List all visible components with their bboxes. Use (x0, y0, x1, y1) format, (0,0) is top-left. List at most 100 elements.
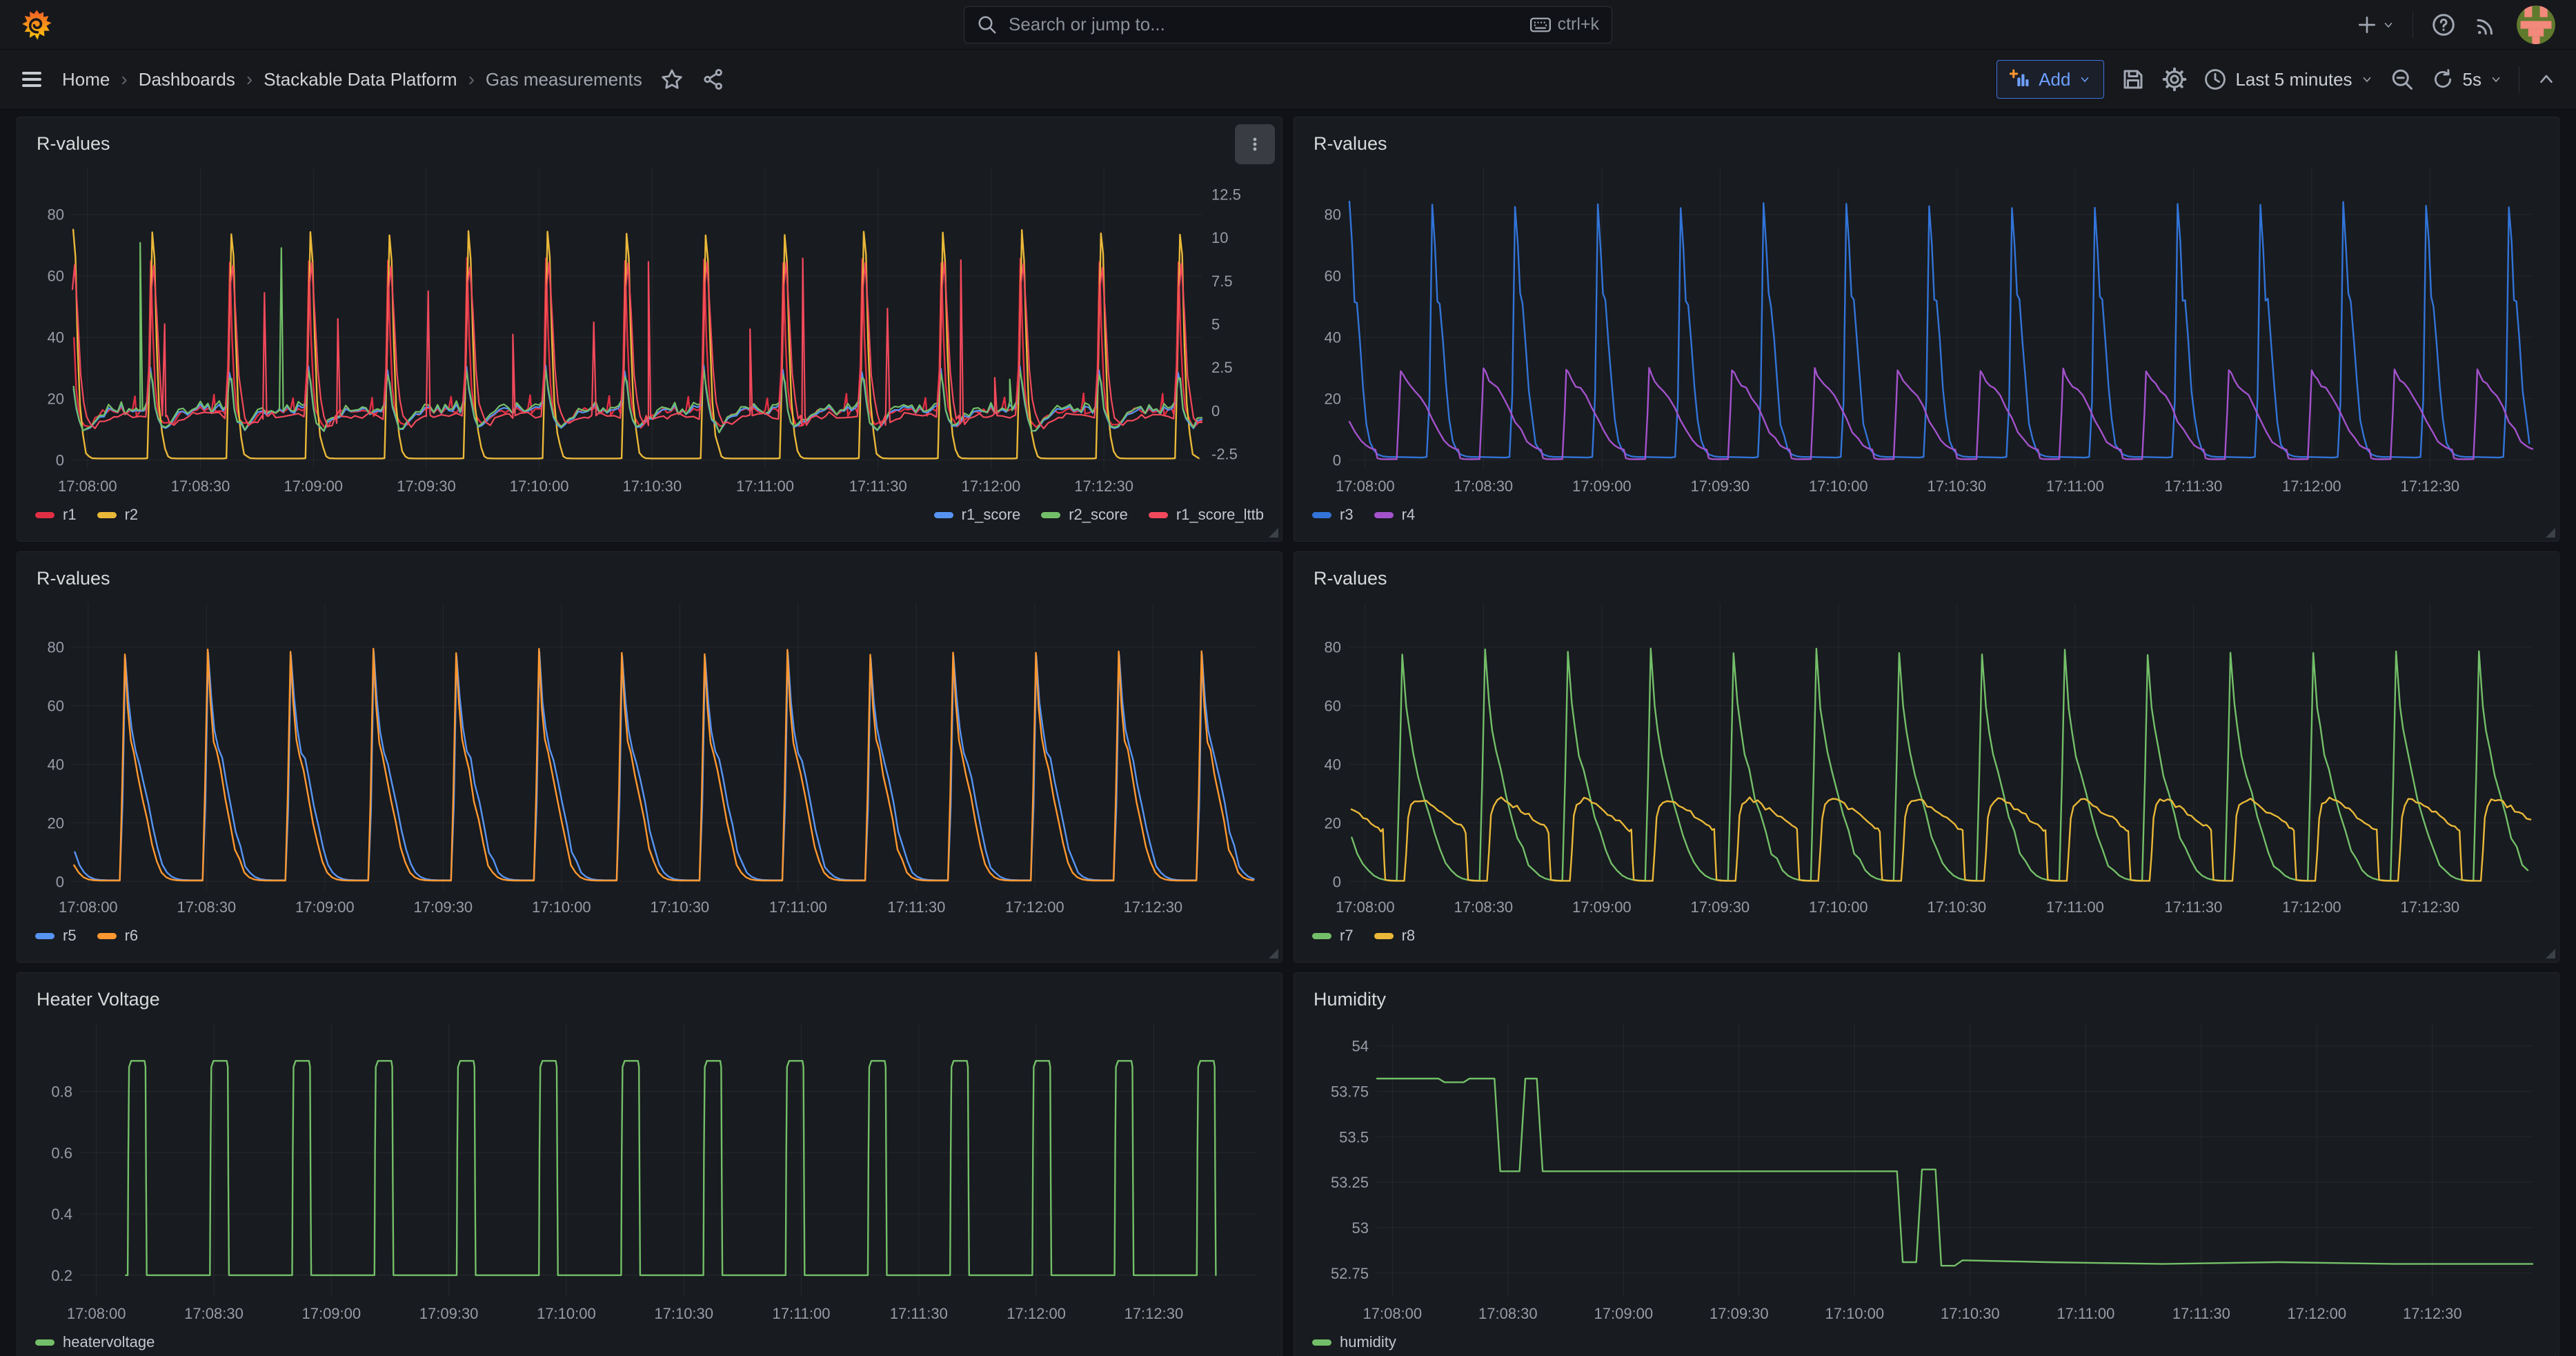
top-nav-bar: ctrl+k (0, 0, 2576, 50)
panel-title[interactable]: R-values (28, 128, 1271, 159)
svg-text:17:08:00: 17:08:00 (59, 898, 118, 916)
svg-text:17:11:00: 17:11:00 (2057, 1305, 2114, 1322)
legend-label: r2 (125, 506, 139, 524)
panel-r-values-3: R-values 17:08:0017:08:3017:09:0017:09:3… (17, 551, 1282, 963)
breadcrumb-separator: › (246, 68, 252, 90)
search-input[interactable] (1007, 13, 1520, 36)
svg-text:17:12:00: 17:12:00 (2288, 1305, 2347, 1322)
legend-label: r2_score (1069, 506, 1128, 524)
favorite-button[interactable] (660, 68, 684, 91)
svg-text:20: 20 (1325, 814, 1341, 832)
svg-text:17:12:30: 17:12:30 (2401, 478, 2460, 495)
panel-title[interactable]: Heater Voltage (28, 984, 1271, 1014)
svg-text:17:10:00: 17:10:00 (1809, 478, 1868, 495)
collapse-toolbar-button[interactable] (2536, 69, 2557, 90)
avatar[interactable] (2517, 6, 2555, 44)
svg-text:17:12:30: 17:12:30 (1124, 898, 1183, 916)
legend-swatch (35, 933, 55, 939)
hamburger-icon (19, 67, 44, 92)
chevron-down-icon (2079, 73, 2091, 86)
breadcrumb-dashboards[interactable]: Dashboards (139, 69, 235, 90)
svg-text:40: 40 (1325, 329, 1341, 346)
legend-item-r1_score[interactable]: r1_score (934, 506, 1021, 524)
help-button[interactable] (2431, 12, 2456, 37)
timeseries-chart[interactable]: 17:08:0017:08:3017:09:0017:09:3017:10:00… (28, 593, 1271, 921)
refresh-icon (2431, 68, 2455, 91)
svg-text:80: 80 (48, 206, 64, 224)
legend-item-r7[interactable]: r7 (1312, 927, 1354, 945)
mega-menu-button[interactable] (19, 67, 44, 92)
svg-text:0.6: 0.6 (51, 1144, 72, 1161)
global-search[interactable]: ctrl+k (964, 6, 1612, 43)
panel-title[interactable]: R-values (28, 563, 1271, 593)
svg-text:20: 20 (1325, 391, 1341, 408)
svg-text:12.5: 12.5 (1211, 186, 1241, 204)
resize-handle[interactable] (2546, 949, 2555, 959)
svg-text:17:08:30: 17:08:30 (177, 898, 237, 916)
dashboard-settings-button[interactable] (2162, 67, 2187, 92)
svg-text:17:09:00: 17:09:00 (301, 1305, 361, 1322)
dashboard-grid: R-values 17:08:0017:08:3017:09:0017:09:3… (0, 110, 2576, 1356)
legend-item-r5[interactable]: r5 (35, 927, 77, 945)
svg-text:17:09:00: 17:09:00 (1572, 898, 1632, 916)
svg-text:17:08:30: 17:08:30 (184, 1305, 244, 1322)
resize-handle[interactable] (1269, 949, 1278, 959)
legend-item-r6[interactable]: r6 (97, 927, 139, 945)
panel-menu-button[interactable] (1235, 124, 1275, 164)
add-panel-button[interactable]: Add (1997, 60, 2104, 99)
svg-text:40: 40 (48, 756, 64, 773)
svg-text:60: 60 (48, 698, 64, 715)
resize-handle[interactable] (1269, 528, 1278, 538)
svg-text:17:09:00: 17:09:00 (1594, 1305, 1654, 1322)
svg-text:17:10:30: 17:10:30 (623, 478, 682, 495)
refresh-picker[interactable]: 5s (2431, 68, 2502, 91)
panel-title[interactable]: R-values (1305, 563, 2548, 593)
zoom-out-button[interactable] (2390, 67, 2415, 92)
legend-item-r3[interactable]: r3 (1312, 506, 1354, 524)
plus-icon (2356, 14, 2378, 36)
new-menu-button[interactable] (2356, 14, 2395, 36)
legend-swatch (1312, 933, 1331, 939)
panel-legend: r7 r8 (1305, 921, 2548, 951)
legend-item-heatervoltage[interactable]: heatervoltage (35, 1333, 155, 1351)
share-button[interactable] (702, 68, 725, 91)
svg-text:60: 60 (1325, 698, 1341, 715)
svg-text:0: 0 (56, 452, 64, 469)
svg-text:17:11:30: 17:11:30 (890, 1305, 948, 1322)
breadcrumb-home[interactable]: Home (62, 69, 110, 90)
panel-title[interactable]: R-values (1305, 128, 2548, 159)
svg-text:17:11:30: 17:11:30 (2164, 898, 2222, 916)
svg-text:17:10:30: 17:10:30 (1941, 1305, 2000, 1322)
svg-text:17:10:30: 17:10:30 (1928, 898, 1987, 916)
resize-handle[interactable] (2546, 528, 2555, 538)
timeseries-chart[interactable]: 17:08:0017:08:3017:09:0017:09:3017:10:00… (1305, 1014, 2548, 1327)
timeseries-chart[interactable]: 17:08:0017:08:3017:09:0017:09:3017:10:00… (28, 159, 1271, 500)
svg-text:17:11:30: 17:11:30 (849, 478, 907, 495)
svg-text:80: 80 (1325, 639, 1341, 656)
svg-text:17:09:30: 17:09:30 (414, 898, 473, 916)
grafana-logo[interactable] (21, 9, 52, 41)
timeseries-chart[interactable]: 17:08:0017:08:3017:09:0017:09:3017:10:00… (1305, 593, 2548, 921)
legend-item-r4[interactable]: r4 (1374, 506, 1416, 524)
legend-label: humidity (1340, 1333, 1396, 1351)
panel-title[interactable]: Humidity (1305, 984, 2548, 1014)
timeseries-chart[interactable]: 17:08:0017:08:3017:09:0017:09:3017:10:00… (1305, 159, 2548, 500)
legend-swatch (1149, 512, 1168, 518)
breadcrumb-folder[interactable]: Stackable Data Platform (264, 69, 457, 90)
legend-item-r1[interactable]: r1 (35, 506, 77, 524)
legend-label: r3 (1340, 506, 1354, 524)
legend-item-r2[interactable]: r2 (97, 506, 139, 524)
svg-text:17:09:30: 17:09:30 (1691, 898, 1750, 916)
legend-item-humidity[interactable]: humidity (1312, 1333, 1396, 1351)
time-range-picker[interactable]: Last 5 minutes (2203, 68, 2372, 91)
svg-text:7.5: 7.5 (1211, 273, 1233, 290)
timeseries-chart[interactable]: 17:08:0017:08:3017:09:0017:09:3017:10:00… (28, 1014, 1271, 1327)
news-button[interactable] (2474, 12, 2499, 37)
svg-text:17:10:30: 17:10:30 (1928, 478, 1987, 495)
svg-text:20: 20 (48, 814, 64, 832)
legend-item-r2_score[interactable]: r2_score (1041, 506, 1128, 524)
legend-item-r8[interactable]: r8 (1374, 927, 1416, 945)
legend-item-r1_score_lttb[interactable]: r1_score_lttb (1149, 506, 1264, 524)
save-dashboard-button[interactable] (2121, 67, 2146, 92)
search-icon (977, 14, 998, 35)
